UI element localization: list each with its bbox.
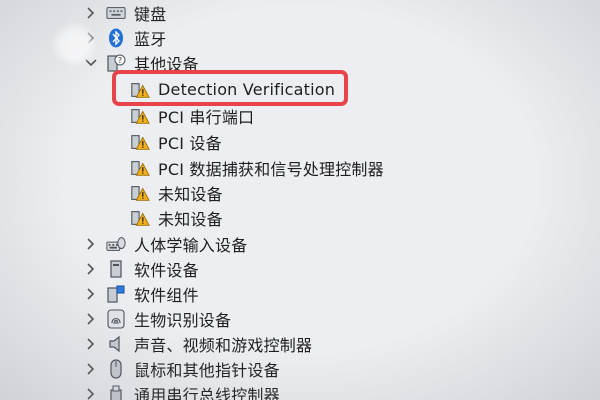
tree-item-software-components[interactable]: 软件组件 — [84, 281, 199, 306]
tree-item-sound-video-game[interactable]: 声音、视频和游戏控制器 — [84, 331, 312, 356]
chevron-right-icon[interactable] — [84, 312, 98, 326]
highlight-box — [112, 70, 348, 106]
warning-device-icon — [130, 183, 150, 203]
tree-item-pci-serial-port[interactable]: PCI 串行端口 — [130, 103, 254, 128]
tree-item-label: PCI 数据捕获和信号处理控制器 — [158, 159, 384, 179]
warning-device-icon — [130, 158, 150, 178]
tree-item-biometric[interactable]: 生物识别设备 — [84, 306, 231, 331]
tree-item-mouse[interactable]: 鼠标和其他指针设备 — [84, 356, 280, 381]
device-manager-tree: 键盘 蓝牙 ? 其他设备 Detection Verification PCI … — [0, 0, 600, 400]
tree-item-label: 通用串行总线控制器 — [134, 385, 280, 400]
chevron-right-icon[interactable] — [84, 262, 98, 276]
warning-device-icon — [130, 132, 150, 152]
chevron-right-icon[interactable] — [84, 387, 98, 400]
mouse-icon — [106, 358, 126, 379]
tree-item-usb-controllers[interactable]: 通用串行总线控制器 — [84, 381, 280, 400]
chevron-right-icon[interactable] — [84, 287, 98, 301]
tree-item-label: 声音、视频和游戏控制器 — [134, 335, 313, 355]
hid-icon — [106, 234, 126, 254]
usb-icon — [106, 384, 126, 400]
tree-item-bluetooth[interactable]: 蓝牙 — [84, 25, 166, 50]
software-device-icon — [106, 259, 126, 279]
tree-item-unknown-device[interactable]: 未知设备 — [130, 205, 223, 230]
tree-item-label: 软件组件 — [134, 285, 199, 305]
tree-item-software-devices[interactable]: 软件设备 — [84, 256, 199, 281]
tree-item-label: 未知设备 — [158, 209, 223, 229]
svg-text:?: ? — [118, 56, 122, 65]
tree-item-label: 未知设备 — [158, 184, 223, 204]
tree-item-keyboard[interactable]: 键盘 — [84, 0, 166, 25]
tree-item-label: 软件设备 — [134, 260, 199, 280]
bluetooth-icon — [106, 28, 126, 48]
tree-item-hid[interactable]: 人体学输入设备 — [84, 231, 247, 256]
tree-item-label: PCI 设备 — [158, 133, 222, 153]
tree-item-label: 鼠标和其他指针设备 — [134, 360, 280, 380]
chevron-down-icon[interactable] — [84, 56, 98, 70]
fingerprint-icon — [106, 308, 126, 329]
chevron-right-icon[interactable] — [84, 337, 98, 351]
tree-item-pci-device[interactable]: PCI 设备 — [130, 129, 222, 154]
keyboard-icon — [106, 3, 126, 23]
tree-item-label: PCI 串行端口 — [158, 107, 255, 127]
tree-item-pci-data-acquisition[interactable]: PCI 数据捕获和信号处理控制器 — [130, 155, 384, 180]
chevron-right-icon[interactable] — [84, 237, 98, 251]
tree-item-label: 生物识别设备 — [134, 310, 232, 330]
warning-device-icon — [130, 106, 150, 126]
chevron-right-icon[interactable] — [84, 362, 98, 376]
tree-item-label: 人体学输入设备 — [134, 235, 248, 255]
chevron-right-icon[interactable] — [84, 6, 98, 20]
tree-item-unknown-device[interactable]: 未知设备 — [130, 180, 223, 205]
warning-device-icon — [130, 208, 150, 228]
software-component-icon — [106, 284, 126, 304]
tree-item-label: 键盘 — [134, 4, 167, 24]
chevron-right-icon[interactable] — [84, 31, 98, 45]
tree-item-label: 蓝牙 — [134, 29, 167, 49]
speaker-icon — [106, 334, 126, 354]
